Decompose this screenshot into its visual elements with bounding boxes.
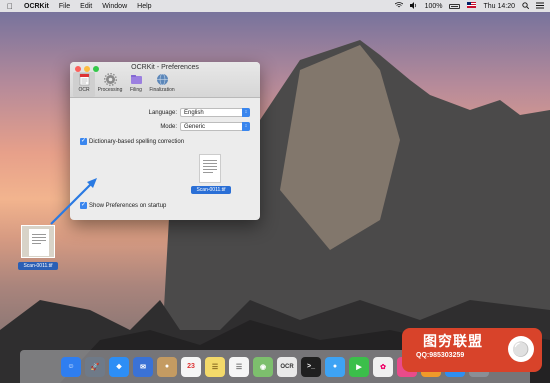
language-value: English	[184, 109, 204, 116]
messages-icon[interactable]: ●	[325, 356, 345, 377]
spelling-label: Dictionary-based spelling correction	[89, 138, 185, 145]
window-titlebar[interactable]: OCRKit - Preferences OCR Processing Fili…	[70, 62, 260, 98]
tab-processing-label: Processing	[97, 87, 123, 93]
mode-row: Mode: Generic ↕	[80, 122, 250, 131]
facetime-icon[interactable]: ▶	[349, 356, 369, 377]
tab-ocr-label: OCR	[78, 87, 90, 93]
menu-help[interactable]: Help	[137, 3, 151, 10]
spotlight-icon[interactable]	[522, 1, 530, 11]
mode-select[interactable]: Generic ↕	[180, 122, 250, 131]
preferences-toolbar: OCR Processing Filing Finalization	[73, 72, 175, 97]
safari-icon[interactable]: ❖	[109, 356, 129, 377]
scan-thumbnail[interactable]	[199, 154, 221, 183]
mode-value: Generic	[184, 123, 206, 130]
launchpad-icon[interactable]: 🚀	[85, 356, 105, 377]
watermark-title: 图穷联盟	[423, 333, 483, 349]
folder-icon	[130, 75, 142, 84]
language-row: Language: English ↕	[80, 108, 250, 117]
desktop-file-icon[interactable]	[21, 225, 55, 258]
chevron-updown-icon: ↕	[242, 122, 250, 131]
tab-finalization[interactable]: Finalization	[149, 72, 175, 97]
menu-extras: 100% Thu 14:20	[394, 1, 544, 11]
ocr-icon	[79, 73, 89, 86]
scan-thumbnail-label: Scan-0011.tif	[191, 186, 231, 194]
calendar-icon[interactable]: 23	[181, 356, 201, 377]
mail-icon[interactable]: ✉	[133, 356, 153, 377]
notes-icon[interactable]: ☰	[205, 356, 225, 377]
checkmark-icon: ✓	[80, 138, 87, 145]
watermark-subtitle: QQ:985303259	[416, 352, 465, 359]
notification-center-icon[interactable]	[536, 2, 544, 11]
gear-icon	[103, 73, 117, 86]
tab-ocr[interactable]: OCR	[73, 72, 95, 97]
reminders-icon[interactable]: ☰	[229, 356, 249, 377]
apple-icon[interactable]: 	[6, 2, 14, 11]
clock[interactable]: Thu 14:20	[483, 3, 515, 10]
wifi-icon[interactable]	[394, 1, 403, 11]
drag-arrow-icon	[50, 178, 97, 225]
language-select[interactable]: English ↕	[180, 108, 250, 117]
finder-icon[interactable]: ☺	[61, 356, 81, 377]
photos-icon[interactable]: ✿	[373, 356, 393, 377]
tab-filing[interactable]: Filing	[125, 72, 147, 97]
battery-percent[interactable]: 100%	[425, 3, 443, 10]
spelling-checkbox[interactable]: ✓ Dictionary-based spelling correction	[80, 138, 184, 145]
globe-icon	[156, 73, 168, 86]
terminal-icon[interactable]: >_	[301, 356, 321, 377]
menu-window[interactable]: Window	[102, 3, 127, 10]
watermark: 图穷联盟 QQ:985303259 ⚪	[402, 328, 542, 372]
window-title: OCRKit - Preferences	[131, 64, 199, 71]
chevron-updown-icon: ↕	[242, 108, 250, 117]
mode-label: Mode:	[160, 123, 177, 130]
ocrkit-icon[interactable]: OCR	[277, 356, 297, 377]
flame-icon: ⚪	[508, 336, 534, 362]
menu-bar:  OCRKit File Edit Window Help 100% Thu …	[0, 0, 550, 12]
maps-icon[interactable]: ◉	[253, 356, 273, 377]
volume-icon[interactable]	[409, 1, 418, 11]
menu-app-name[interactable]: OCRKit	[24, 3, 49, 10]
desktop-file-label[interactable]: Scan-0011.tif	[18, 262, 58, 270]
tab-processing[interactable]: Processing	[97, 72, 123, 97]
flag-icon[interactable]	[467, 2, 477, 10]
tab-filing-label: Filing	[130, 87, 142, 93]
menu-file[interactable]: File	[59, 3, 70, 10]
language-label: Language:	[148, 109, 177, 116]
tab-finalization-label: Finalization	[149, 87, 175, 93]
contacts-icon[interactable]: ●	[157, 356, 177, 377]
battery-icon[interactable]	[449, 3, 461, 9]
menu-edit[interactable]: Edit	[80, 3, 92, 10]
